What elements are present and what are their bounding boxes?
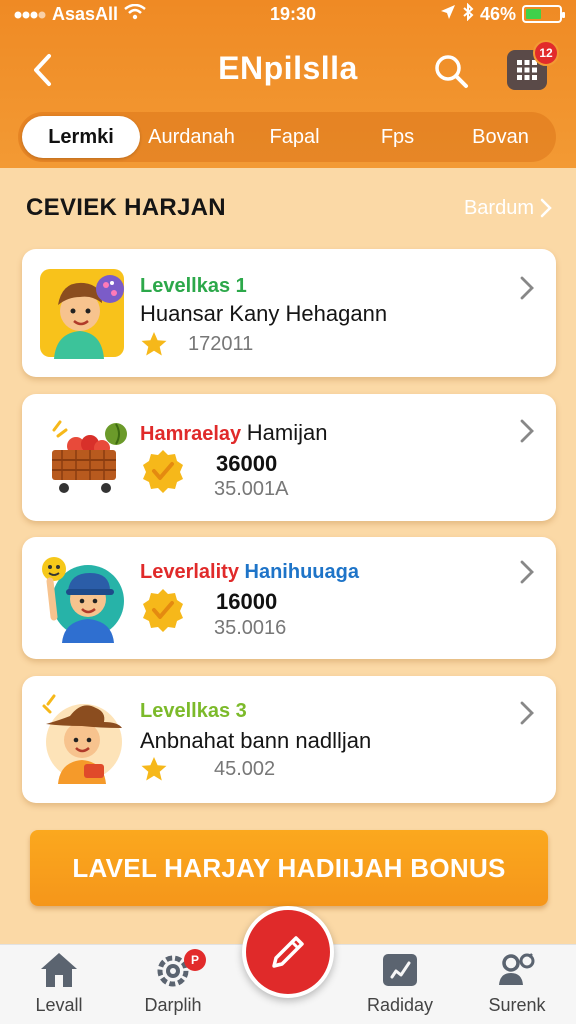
grid-menu-button[interactable]: 12 [507, 40, 559, 90]
battery-icon [522, 5, 565, 23]
card-level-label: Levellkas 1 [140, 275, 247, 297]
card-level-suffix: Hanihuuaga [244, 561, 359, 583]
card-score: 45.002 [214, 758, 276, 780]
battery-fill [526, 9, 541, 19]
users-icon [499, 953, 535, 985]
tab-aurdanah[interactable]: Aurdanah [140, 116, 243, 158]
tab-lermki[interactable]: Lermki [22, 116, 140, 158]
check-badge-icon [140, 587, 186, 638]
card-score: 172011 [188, 333, 254, 355]
nav-item-label: Surenk [488, 995, 546, 1015]
level-card[interactable]: Leverlality Hanihuuaga 16000 35.0016 [22, 537, 556, 659]
wifi-icon [124, 3, 146, 25]
level-card[interactable]: Hamraelay Hamijan 36000 35.001A [22, 394, 556, 521]
page-title: ENpilslla [218, 50, 358, 86]
battery-percent: 46% [479, 3, 516, 24]
tab-bar: Lermki Aurdanah Fapal Fps Bovan [18, 112, 556, 162]
card-points: 36000 [216, 451, 278, 476]
nav-item-surenk[interactable]: Surenk [462, 951, 572, 1023]
card-title: Anbnahat bann nadlljan [140, 728, 372, 753]
avatar [40, 692, 128, 784]
bonus-button[interactable]: LAVEL HARJAY HADIIJAH BONUS [30, 830, 548, 906]
cart-image [40, 412, 128, 504]
chevron-right-icon [520, 419, 534, 443]
nav-item-radiday[interactable]: Radiday [345, 951, 455, 1023]
card-level-prefix: Hamraelay [140, 423, 242, 445]
home-icon [41, 953, 77, 987]
tab-fps[interactable]: Fps [346, 116, 449, 158]
chevron-right-icon [540, 198, 552, 218]
card-level-suffix: Hamijan [246, 420, 328, 445]
status-left: AsasAll [14, 3, 146, 25]
card-score: 35.001A [214, 478, 289, 500]
section-title: CEVIEK HARJAN [26, 194, 226, 221]
card-level-label: Hamraelay Hamijan [140, 420, 327, 446]
notification-badge: 12 [533, 40, 559, 66]
nav-item-levall[interactable]: Levall [4, 951, 114, 1023]
signal-dots-icon [14, 4, 46, 25]
nav-item-darplih[interactable]: P Darplih [118, 949, 228, 1023]
card-score: 35.0016 [214, 617, 287, 639]
location-icon [440, 4, 456, 25]
nav-badge: P [184, 949, 206, 971]
tab-bovan[interactable]: Bovan [449, 116, 552, 158]
grid-icon [517, 60, 537, 80]
card-level-label: Leverlality Hanihuuaga [140, 561, 359, 584]
chevron-right-icon [520, 276, 534, 300]
star-icon [140, 331, 168, 362]
bluetooth-icon [462, 2, 474, 26]
level-card[interactable]: Levellkas 1 Huansar Kany Hehagann 172011 [22, 249, 556, 377]
nav-item-label: Darplih [144, 995, 202, 1015]
see-all-label: Bardum [463, 196, 534, 219]
star-icon [140, 756, 168, 787]
avatar [40, 267, 128, 359]
center-action-button[interactable] [242, 906, 334, 998]
nav-item-label: Radiday [366, 995, 434, 1015]
status-bar: AsasAll 19:30 46% [0, 0, 576, 28]
carrier-label: AsasAll [52, 3, 119, 24]
card-title: Huansar Kany Hehagann [140, 301, 388, 326]
pencil-icon [272, 936, 304, 968]
chevron-right-icon [520, 560, 534, 584]
status-time: 19:30 [269, 3, 317, 24]
search-button[interactable] [428, 48, 474, 94]
edit-icon [383, 954, 417, 986]
card-points: 16000 [216, 589, 278, 614]
status-right: 46% [440, 2, 565, 26]
search-icon [435, 55, 468, 88]
level-card[interactable]: Levellkas 3 Anbnahat bann nadlljan 45.00… [22, 676, 556, 803]
check-badge-icon [140, 448, 186, 499]
app-header: ENpilslla 12 [0, 36, 576, 106]
tab-fapal[interactable]: Fapal [243, 116, 346, 158]
nav-item-label: Levall [35, 995, 83, 1015]
section-header: CEVIEK HARJAN Bardum [26, 190, 552, 226]
chevron-right-icon [520, 701, 534, 725]
avatar [40, 551, 128, 643]
see-all-link[interactable]: Bardum [464, 197, 552, 220]
card-level-prefix: Leverlality [140, 561, 239, 583]
card-level-label: Levellkas 3 [140, 700, 247, 722]
